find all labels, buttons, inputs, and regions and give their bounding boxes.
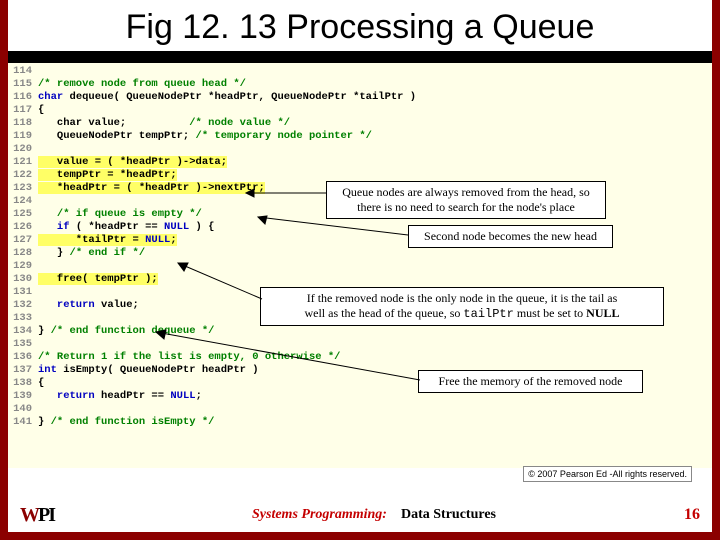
code-line: 116char dequeue( QueueNodePtr *headPtr, …: [8, 91, 712, 104]
code-line: 130 free( tempPtr );: [8, 273, 712, 286]
callout-second-node: Second node becomes the new head: [408, 225, 613, 248]
code-line: 114: [8, 65, 712, 78]
arrow-icon: [248, 213, 410, 239]
code-line: 119 QueueNodePtr tempPtr; /* temporary n…: [8, 130, 712, 143]
code-line: 117{: [8, 104, 712, 117]
slide-title: Fig 12. 13 Processing a Queue: [20, 8, 700, 47]
copyright-notice: © 2007 Pearson Ed -All rights reserved.: [523, 466, 692, 482]
footer-right: Data Structures: [401, 507, 496, 522]
title-bar: Fig 12. 13 Processing a Queue: [8, 0, 712, 63]
footer-left: Systems Programming:: [252, 507, 387, 522]
code-line: 141} /* end function isEmpty */: [8, 416, 712, 429]
callout-line2b: must be set to: [514, 306, 586, 320]
arrow-icon: [170, 259, 264, 303]
footer-text: Systems Programming: Data Structures: [64, 507, 684, 523]
callout-null: NULL: [586, 306, 619, 320]
code-line: 129: [8, 260, 712, 273]
code-line: 120: [8, 143, 712, 156]
wpi-logo: WPI: [20, 504, 64, 526]
callout-tail-null: If the removed node is the only node in …: [260, 287, 664, 326]
slide-footer: WPI Systems Programming: Data Structures…: [8, 498, 712, 532]
arrow-icon: [148, 328, 422, 384]
page-number: 16: [684, 506, 700, 524]
callout-code-tailptr: tailPtr: [463, 307, 513, 321]
callout-line1: If the removed node is the only node in …: [307, 291, 618, 305]
code-line: 128 } /* end if */: [8, 247, 712, 260]
code-line: 121 value = ( *headPtr )->data;: [8, 156, 712, 169]
callout-free-memory: Free the memory of the removed node: [418, 370, 643, 393]
code-line: 115/* remove node from queue head */: [8, 78, 712, 91]
code-line: 140: [8, 403, 712, 416]
code-line: 118 char value; /* node value */: [8, 117, 712, 130]
callout-line2a: well as the head of the queue, so: [304, 306, 463, 320]
arrow-icon: [236, 181, 328, 205]
code-listing: Queue nodes are always removed from the …: [8, 63, 712, 468]
